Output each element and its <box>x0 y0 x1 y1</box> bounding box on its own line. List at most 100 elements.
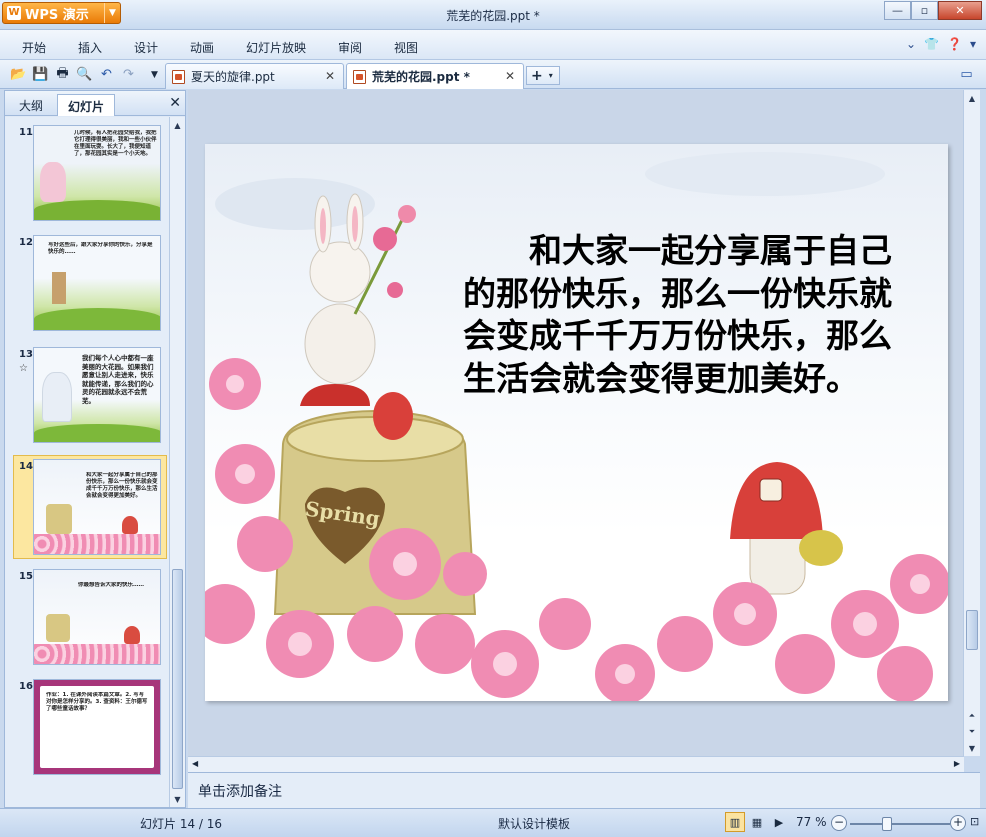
redo-icon[interactable]: ↷ <box>120 66 137 83</box>
animation-star-icon: ☆ <box>19 363 28 374</box>
flowers-decoration <box>34 644 160 664</box>
menu-animation[interactable]: 动画 <box>190 39 214 56</box>
help-icon[interactable]: ❓ <box>947 37 962 51</box>
main-horizontal-scrollbar[interactable]: ◀ ▶ <box>188 756 964 772</box>
thumb-number: 16 <box>19 681 33 692</box>
window-title: 荒芜的花园.ppt * <box>446 9 540 23</box>
scroll-up-icon[interactable]: ▲ <box>170 117 185 133</box>
rabbit-body <box>304 303 376 385</box>
scroll-left-icon[interactable]: ◀ <box>192 759 198 768</box>
current-slide[interactable]: Spring 和大家一起分享属于自己的那份快乐，那么一份快乐就会变成千千万万份快… <box>205 144 948 701</box>
scroll-down-icon[interactable]: ▼ <box>964 740 980 756</box>
next-slide-icon[interactable]: ⏷ <box>964 724 980 740</box>
open-icon[interactable]: 📂 <box>10 66 27 83</box>
strawberry-mushroom <box>373 392 413 440</box>
signpost-decoration <box>52 272 66 304</box>
branch-flower <box>387 282 403 298</box>
slide-thumbnail-11[interactable]: 儿时候，有人把花园交给我，我把它打理得很美丽，我和一些小伙伴在里面玩耍。长大了，… <box>33 125 161 221</box>
menu-home[interactable]: 开始 <box>22 39 46 56</box>
prev-slide-icon[interactable]: ⏶ <box>964 708 980 724</box>
stump-decoration <box>46 614 70 642</box>
notes-pane[interactable]: 单击添加备注 <box>188 772 980 808</box>
thumbnail-list: 11 儿时候，有人把花园交给我，我把它打理得很美丽，我和一些小伙伴在里面玩耍。长… <box>5 117 171 807</box>
maximize-button[interactable]: ▫ <box>911 1 938 20</box>
close-panel-icon[interactable]: ✕ <box>169 95 181 111</box>
branch-flower <box>398 205 416 223</box>
doc-tab-summer[interactable]: 夏天的旋律.ppt ✕ <box>165 63 344 89</box>
slide-counter: 幻灯片 14 / 16 <box>140 817 223 831</box>
title-bar: W WPS 演示 ▼ 荒芜的花园.ppt * — ▫ ✕ <box>0 0 986 30</box>
menu-review[interactable]: 审阅 <box>338 39 362 56</box>
thumb-text: 我们每个人心中都有一座美丽的大花园。如果我们愿意让别人走进来，快乐就能传递，那么… <box>82 354 154 405</box>
tab-slides[interactable]: 幻灯片 <box>57 94 116 116</box>
thumb-text: 你最想告诉大家的快乐…… <box>78 582 145 588</box>
zoom-level: 77 % <box>796 815 827 829</box>
fit-window-icon[interactable]: ⊡ <box>970 815 979 828</box>
flower-decoration <box>40 162 66 202</box>
preview-icon[interactable]: 🔍 <box>76 66 93 83</box>
thumb-number: 12 <box>19 237 33 248</box>
mushroom-house-decoration <box>122 516 138 534</box>
rabbit-ear-inner <box>320 208 326 244</box>
cloud-shape <box>645 152 885 196</box>
help-dropdown-icon[interactable]: ▾ <box>970 37 976 51</box>
template-name: 默认设计模板 <box>498 817 571 831</box>
close-window-button[interactable]: ✕ <box>938 1 982 20</box>
scrollbar-thumb[interactable] <box>172 569 183 789</box>
collapse-ribbon-icon[interactable]: ⌄ <box>906 37 916 51</box>
slide-sorter-icon[interactable]: ▦ <box>747 812 767 832</box>
menu-design[interactable]: 设计 <box>134 39 158 56</box>
ppt-file-icon <box>353 69 366 84</box>
slide-illustration <box>205 152 948 701</box>
thumb-text: 作业：1. 在课外阅读本篇文章。2. 写写对你是怎样分享的。3. 查资料：王尔德… <box>46 692 148 712</box>
close-tab-icon[interactable]: ✕ <box>505 69 515 83</box>
scrollbar-thumb[interactable] <box>966 610 978 650</box>
quick-toolbar: 📂 💾 🖶 🔍 ↶ ↷ ▼ 夏天的旋律.ppt ✕ 荒芜的花园.ppt * ✕ … <box>0 60 986 89</box>
slide-body-content: 和大家一起分享属于自己的那份快乐，那么一份快乐就会变成千千万万份快乐，那么生活会… <box>463 231 892 398</box>
slide-thumbnail-16[interactable]: 作业：1. 在课外阅读本篇文章。2. 写写对你是怎样分享的。3. 查资料：王尔德… <box>33 679 161 775</box>
scroll-up-icon[interactable]: ▲ <box>964 90 980 106</box>
minimize-button[interactable]: — <box>884 1 911 20</box>
slide-body-text[interactable]: 和大家一起分享属于自己的那份快乐，那么一份快乐就会变成千千万万份快乐，那么生活会… <box>463 230 903 400</box>
skin-icon[interactable]: 👕 <box>924 37 939 51</box>
thumb-number: 11 <box>19 127 33 138</box>
menu-insert[interactable]: 插入 <box>78 39 102 56</box>
thumb-number: 14 <box>19 461 33 472</box>
slide-thumbnail-15[interactable]: 你最想告诉大家的快乐…… <box>33 569 161 665</box>
scroll-down-icon[interactable]: ▼ <box>170 791 185 807</box>
normal-view-icon[interactable]: ▥ <box>725 812 745 832</box>
slide-thumbnail-13[interactable]: 我们每个人心中都有一座美丽的大花园。如果我们愿意让别人走进来，快乐就能传递，那么… <box>33 347 161 443</box>
branch-flower <box>373 227 397 251</box>
grass-decoration <box>34 424 160 442</box>
slide-thumbnail-14[interactable]: 和大家一起分享属于自己的那份快乐，那么一份快乐就会变成千千万万份快乐，那么生活会… <box>33 459 161 555</box>
tab-outline[interactable]: 大纲 <box>9 94 53 116</box>
doc-tab-label: 荒芜的花园.ppt * <box>372 70 470 84</box>
slideshow-icon[interactable]: ▶ <box>769 812 789 832</box>
print-icon[interactable]: 🖶 <box>54 66 71 83</box>
slide-thumbnail-12[interactable]: 写好这些后，跟大家分享你的快乐，分享是快乐的…… <box>33 235 161 331</box>
plus-icon: + <box>531 67 543 84</box>
grass-decoration <box>34 308 160 330</box>
grass-decoration <box>34 200 160 220</box>
notes-placeholder: 单击添加备注 <box>198 784 282 800</box>
main-vertical-scrollbar[interactable]: ▲ ⏶ ⏷ ▼ <box>963 90 980 756</box>
doc-tab-garden[interactable]: 荒芜的花园.ppt * ✕ <box>346 63 524 89</box>
menu-slideshow[interactable]: 幻灯片放映 <box>246 39 306 56</box>
thumb-text: 写好这些后，跟大家分享你的快乐，分享是快乐的…… <box>48 242 153 255</box>
close-tab-icon[interactable]: ✕ <box>325 69 335 83</box>
menu-view[interactable]: 视图 <box>394 39 418 56</box>
scroll-right-icon[interactable]: ▶ <box>954 759 960 768</box>
flowers-decoration <box>34 534 160 554</box>
save-icon[interactable]: 💾 <box>32 66 49 83</box>
panel-scrollbar[interactable]: ▲ ▼ <box>169 117 185 807</box>
zoom-in-button[interactable]: + <box>950 815 966 831</box>
toolbar-dropdown-icon[interactable]: ▼ <box>146 66 163 83</box>
undo-icon[interactable]: ↶ <box>98 66 115 83</box>
slide-panel: 大纲 幻灯片 ✕ 11 儿时候，有人把花园交给我，我把它打理得很美丽，我和一些小… <box>4 90 186 808</box>
zoom-out-button[interactable]: − <box>831 815 847 831</box>
window-list-icon[interactable]: ▭ <box>958 66 975 83</box>
new-tab-button[interactable]: + ▾ <box>526 66 560 85</box>
zoom-slider-track[interactable] <box>850 823 950 825</box>
rabbit-decoration <box>42 372 72 422</box>
zoom-slider-knob[interactable] <box>882 817 892 831</box>
